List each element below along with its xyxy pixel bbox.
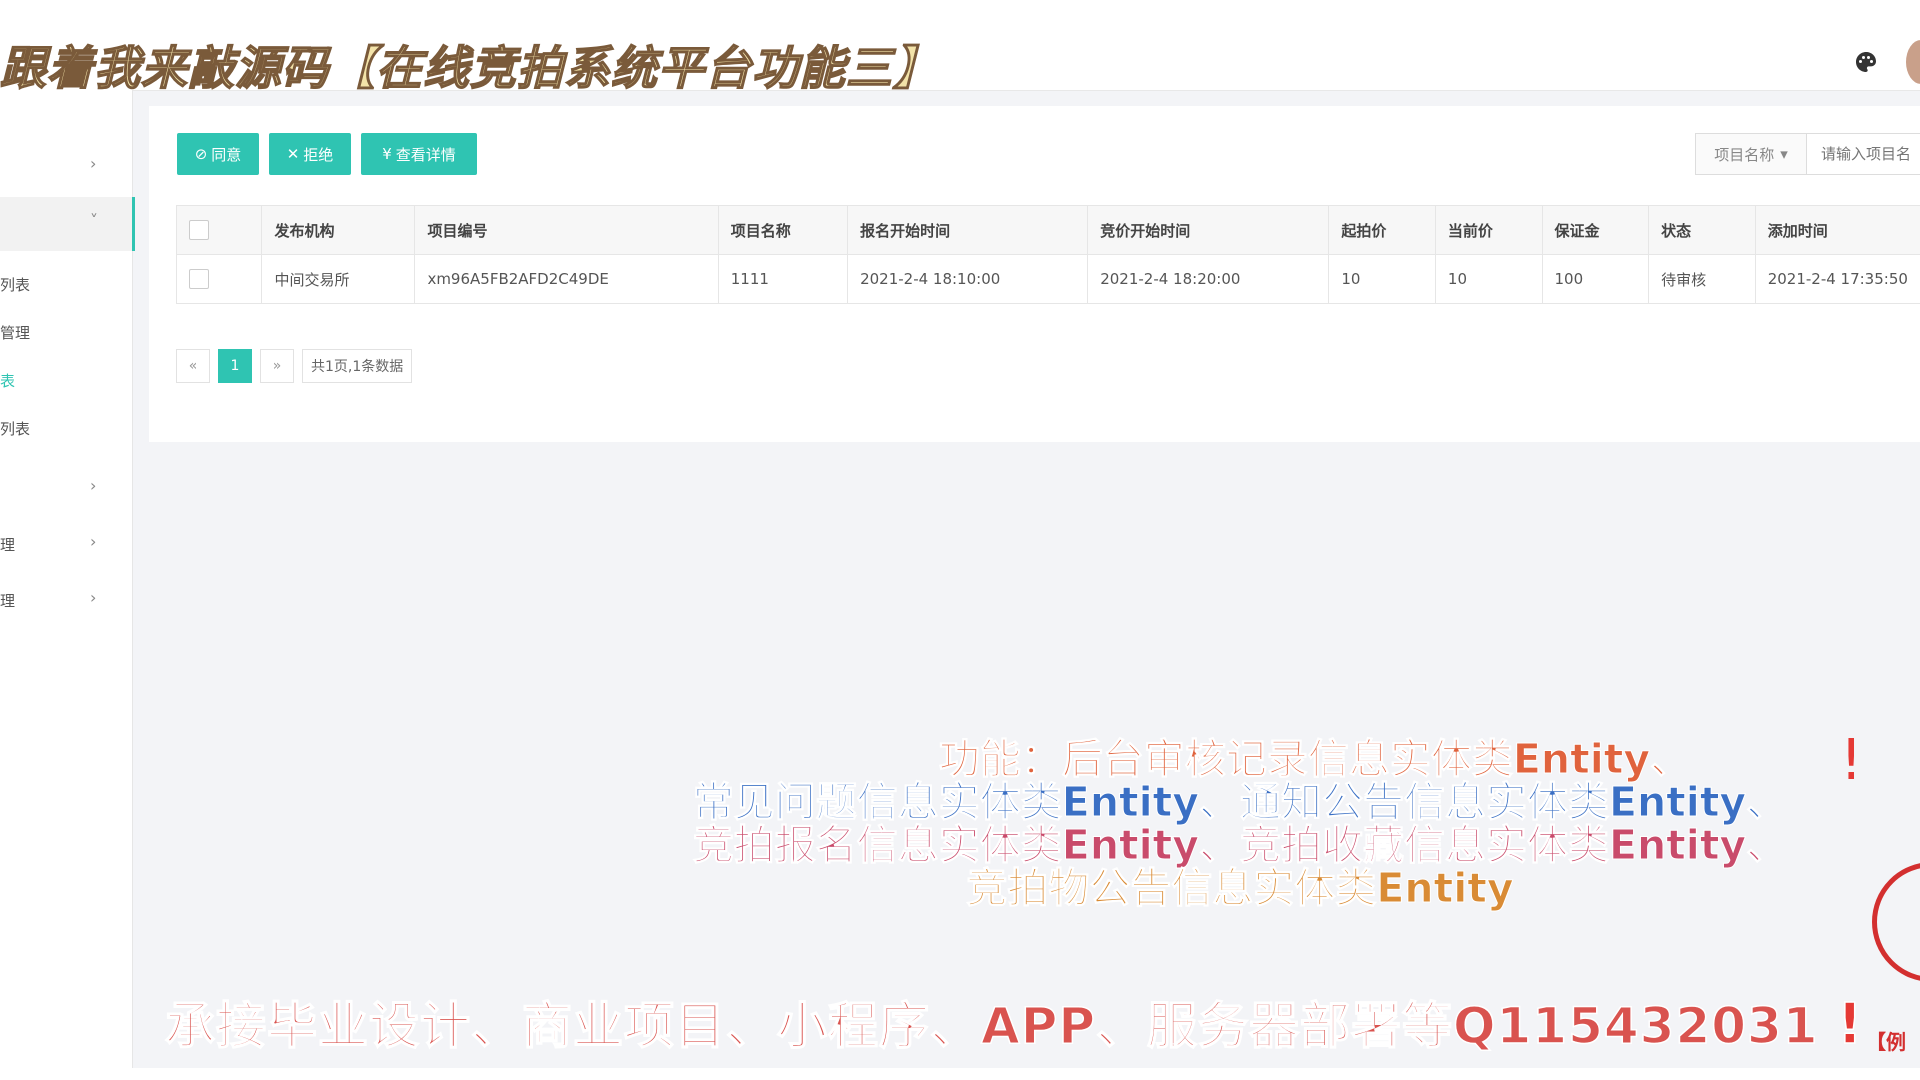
features-line-3: 竞拍报名信息实体类Entity、竞拍收藏信息实体类Entity、 (692, 821, 1788, 869)
sidebar-item-1[interactable]: › (0, 146, 132, 186)
overlay-features: 功能：后台审核记录信息实体类Entity、 常见问题信息实体类Entity、通知… (640, 735, 1840, 912)
table-cell: 中间交易所 (261, 254, 415, 304)
sidebar-item-label: 表 (0, 372, 16, 390)
contact-text: 承接毕业设计、商业项目、小程序、APP、服务器部署等Q115432031 (164, 996, 1819, 1056)
reject-button-label: 拒绝 (303, 145, 334, 164)
select-all-checkbox[interactable] (189, 220, 209, 240)
table-cell: 2021-2-4 18:10:00 (847, 254, 1088, 304)
content-panel: ⊘ 同意 ✕ 拒绝 ¥ 查看详情 项目名称 ▾ 发布机构 项目编号 项目名称 报… (149, 106, 1920, 442)
exclaim-mark: ! (1840, 728, 1863, 793)
next-page-button[interactable]: » (260, 349, 294, 383)
sidebar-item-4[interactable]: 理 › (0, 524, 132, 564)
features-line-4: 竞拍物公告信息实体类Entity (966, 864, 1514, 912)
table-cell: 10 (1434, 254, 1542, 304)
agree-button[interactable]: ⊘ 同意 (177, 133, 259, 175)
seal-text: 【例 (1866, 1030, 1906, 1054)
table-header-row: 发布机构 项目编号 项目名称 报名开始时间 竞价开始时间 起拍价 当前价 保证金… (175, 205, 1920, 255)
pagination: « 1 » 共1页,1条数据 (176, 349, 413, 385)
select-all-cell (175, 205, 262, 255)
search-input[interactable] (1807, 133, 1920, 175)
table-cell: 2021-2-4 17:35:50 (1754, 254, 1920, 304)
chevron-right-icon: › (90, 532, 97, 551)
table-cell: 10 (1328, 254, 1436, 304)
view-details-button-label: 查看详情 (395, 145, 456, 164)
sidebar-item-label: 列表 (0, 420, 31, 438)
sidebar-item-3[interactable]: › (0, 468, 132, 508)
sidebar-subitem-2[interactable]: 管理 (0, 312, 132, 352)
sidebar-item-label: 理 (0, 536, 16, 554)
pagination-summary: 共1页,1条数据 (302, 349, 413, 383)
sidebar-item-5[interactable]: 理 › (0, 580, 132, 620)
column-header[interactable]: 添加时间 (1754, 205, 1920, 255)
agree-button-label: 同意 (211, 145, 242, 164)
features-line-1: 功能：后台审核记录信息实体类Entity、 (938, 735, 1692, 783)
row-checkbox[interactable] (189, 269, 209, 289)
check-circle-icon: ⊘ (194, 145, 208, 163)
sidebar-item-label: 理 (0, 592, 16, 610)
status-badge: 待审核 (1648, 254, 1756, 304)
frame-bottom (0, 1068, 1920, 1080)
data-table: 发布机构 项目编号 项目名称 报名开始时间 竞价开始时间 起拍价 当前价 保证金… (175, 205, 1920, 304)
palette-icon[interactable] (1854, 50, 1878, 74)
column-header[interactable]: 保证金 (1541, 205, 1649, 255)
sidebar: › ˅ 列表 管理 表 列表 › 理 › 理 › (0, 90, 135, 1068)
details-icon: ¥ (382, 145, 392, 163)
column-header[interactable]: 竞价开始时间 (1087, 205, 1329, 255)
table-row[interactable]: 中间交易所 xm96A5FB2AFD2C49DE 1111 2021-2-4 1… (175, 254, 1920, 304)
column-header[interactable]: 当前价 (1434, 205, 1542, 255)
sidebar-subitem-3[interactable]: 表 (0, 360, 132, 400)
search-field-label: 项目名称 (1714, 145, 1775, 164)
sidebar-subitem-4[interactable]: 列表 (0, 408, 132, 448)
row-select-cell (175, 254, 262, 304)
view-details-button[interactable]: ¥ 查看详情 (361, 133, 477, 175)
sidebar-item-label: 管理 (0, 324, 31, 342)
exclaim-mark: ! (1836, 991, 1864, 1058)
overlay-title: 跟着我来敲源码【在线竞拍系统平台功能三】 (0, 40, 940, 96)
sidebar-item-2[interactable]: ˅ (0, 197, 135, 251)
sidebar-item-label: 列表 (0, 276, 31, 294)
column-header[interactable]: 报名开始时间 (847, 205, 1088, 255)
page-1-button[interactable]: 1 (218, 349, 252, 383)
avatar[interactable] (1906, 40, 1920, 84)
prev-page-button[interactable]: « (176, 349, 210, 383)
caret-down-icon: ▾ (1780, 145, 1788, 163)
column-header[interactable]: 发布机构 (261, 205, 415, 255)
sidebar-subitem-1[interactable]: 列表 (0, 264, 132, 304)
chevron-down-icon: ˅ (90, 211, 98, 230)
reject-button[interactable]: ✕ 拒绝 (269, 133, 351, 175)
seal-stamp (1872, 862, 1920, 982)
chevron-right-icon: › (90, 588, 97, 607)
column-header[interactable]: 项目编号 (414, 205, 719, 255)
table-cell: 2021-2-4 18:20:00 (1087, 254, 1329, 304)
chevron-right-icon: › (90, 154, 97, 173)
close-icon: ✕ (286, 145, 300, 163)
column-header[interactable]: 起拍价 (1328, 205, 1436, 255)
table-cell: xm96A5FB2AFD2C49DE (414, 254, 719, 304)
table-cell: 100 (1541, 254, 1649, 304)
column-header[interactable]: 项目名称 (717, 205, 848, 255)
table-cell: 1111 (717, 254, 848, 304)
search-field-select[interactable]: 项目名称 ▾ (1695, 133, 1807, 175)
features-line-2: 常见问题信息实体类Entity、通知公告信息实体类Entity、 (692, 778, 1788, 826)
frame-top (0, 0, 1920, 12)
column-header[interactable]: 状态 (1648, 205, 1756, 255)
chevron-right-icon: › (90, 476, 97, 495)
overlay-contact: 承接毕业设计、商业项目、小程序、APP、服务器部署等Q115432031 ! (164, 986, 1864, 1058)
